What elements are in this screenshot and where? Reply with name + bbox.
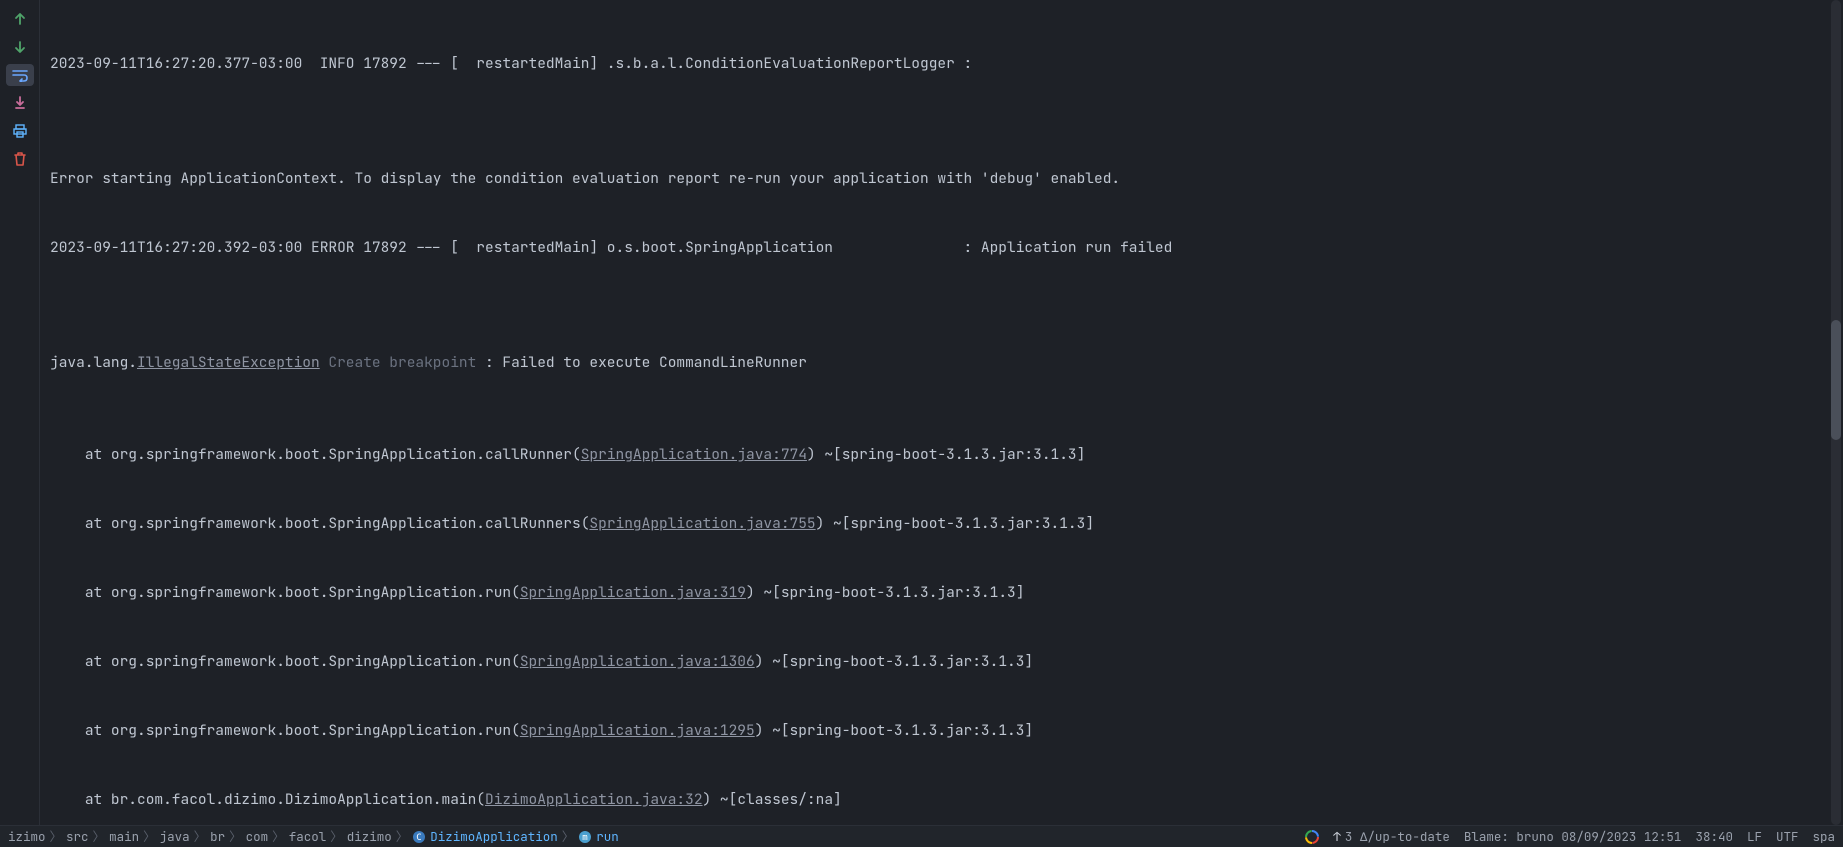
- vertical-scrollbar[interactable]: [1829, 0, 1843, 825]
- source-link[interactable]: SpringApplication.java:755: [589, 514, 815, 533]
- stack-frame: at org.springframework.boot.SpringApplic…: [50, 581, 1819, 604]
- crumb[interactable]: java: [160, 825, 190, 847]
- log-line: 2023-09-11T16:27:20.392-03:00 ERROR 1789…: [50, 236, 1819, 259]
- stack-frame: at org.springframework.boot.SpringApplic…: [50, 650, 1819, 673]
- print-button[interactable]: [6, 120, 34, 142]
- stack-frame: at org.springframework.boot.SpringApplic…: [50, 512, 1819, 535]
- git-status[interactable]: ↑3 ∆/up-to-date: [1333, 825, 1450, 847]
- console-output[interactable]: 2023-09-11T16:27:20.377-03:00 INFO 17892…: [40, 0, 1829, 825]
- console-toolbar: [0, 0, 40, 825]
- crumb[interactable]: br: [210, 825, 225, 847]
- crumb[interactable]: main: [109, 825, 139, 847]
- google-icon[interactable]: [1305, 830, 1319, 844]
- scroll-down-button[interactable]: [6, 36, 34, 58]
- status-bar: izimo〉 src〉 main〉 java〉 br〉 com〉 facol〉 …: [0, 825, 1843, 847]
- scrollbar-thumb[interactable]: [1831, 320, 1841, 440]
- source-link[interactable]: SpringApplication.java:774: [581, 445, 807, 464]
- crumb[interactable]: src: [66, 825, 89, 847]
- indentation-info[interactable]: spa: [1812, 825, 1835, 847]
- class-icon: C: [412, 830, 426, 844]
- svg-text:m: m: [583, 833, 588, 843]
- scroll-up-button[interactable]: [6, 8, 34, 30]
- exception-link[interactable]: IllegalStateException: [137, 353, 320, 372]
- soft-wrap-button[interactable]: [6, 64, 34, 86]
- crumb[interactable]: dizimo: [347, 825, 392, 847]
- log-line: 2023-09-11T16:27:20.377-03:00 INFO 17892…: [50, 52, 1819, 75]
- svg-text:C: C: [417, 833, 422, 843]
- source-link[interactable]: DizimoApplication.java:32: [485, 790, 703, 809]
- crumb[interactable]: com: [246, 825, 269, 847]
- source-link[interactable]: SpringApplication.java:319: [520, 583, 746, 602]
- caret-position[interactable]: 38:40: [1695, 825, 1733, 847]
- crumb-file[interactable]: DizimoApplication: [430, 825, 558, 847]
- scroll-to-end-button[interactable]: [6, 92, 34, 114]
- crumb-method[interactable]: run: [596, 825, 619, 847]
- status-right: ↑3 ∆/up-to-date Blame: bruno 08/09/2023 …: [1305, 825, 1835, 847]
- clear-all-button[interactable]: [6, 148, 34, 170]
- log-line: Error starting ApplicationContext. To di…: [50, 167, 1819, 190]
- create-breakpoint-hint[interactable]: Create breakpoint: [328, 353, 476, 372]
- exception-line: java.lang.IllegalStateException Create b…: [50, 351, 1819, 374]
- blame-info[interactable]: Blame: bruno 08/09/2023 12:51: [1464, 825, 1682, 847]
- crumb[interactable]: izimo: [8, 825, 46, 847]
- stack-frame: at br.com.facol.dizimo.DizimoApplication…: [50, 788, 1819, 811]
- source-link[interactable]: SpringApplication.java:1306: [520, 652, 755, 671]
- source-link[interactable]: SpringApplication.java:1295: [520, 721, 755, 740]
- file-encoding[interactable]: UTF: [1776, 825, 1799, 847]
- breadcrumbs[interactable]: izimo〉 src〉 main〉 java〉 br〉 com〉 facol〉 …: [8, 825, 1299, 847]
- stack-frame: at org.springframework.boot.SpringApplic…: [50, 443, 1819, 466]
- stack-frame: at org.springframework.boot.SpringApplic…: [50, 719, 1819, 742]
- method-icon: m: [578, 830, 592, 844]
- line-separator[interactable]: LF: [1747, 825, 1762, 847]
- crumb[interactable]: facol: [289, 825, 327, 847]
